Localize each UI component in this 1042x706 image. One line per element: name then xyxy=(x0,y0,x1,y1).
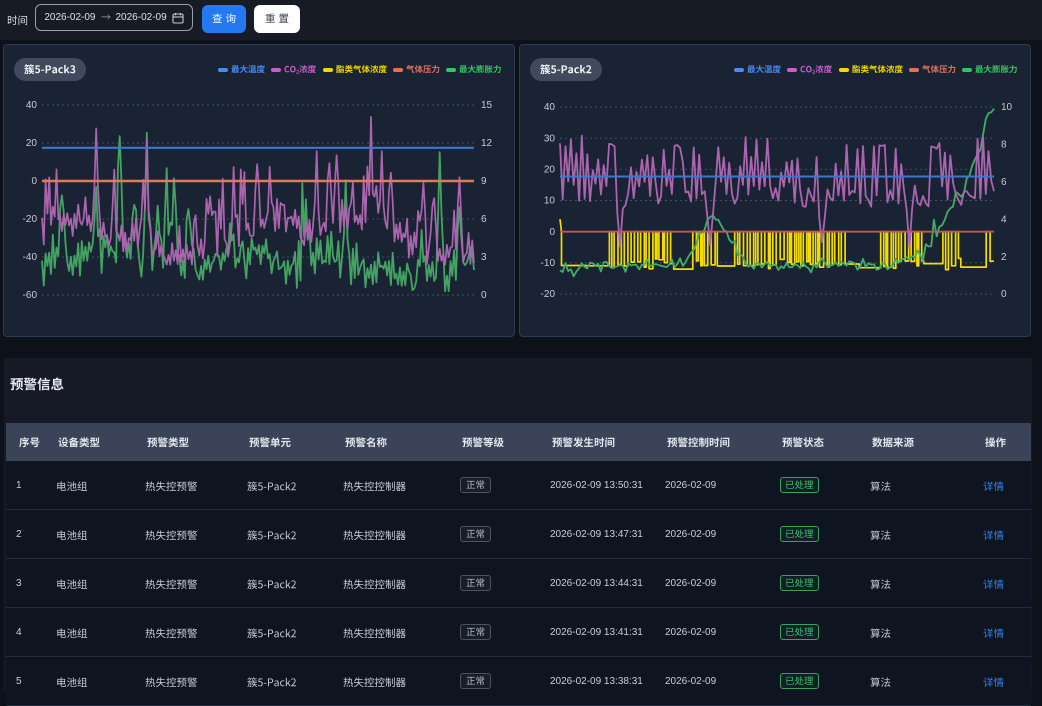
svg-text:0: 0 xyxy=(1001,289,1007,300)
svg-text:12: 12 xyxy=(481,138,493,149)
svg-text:6: 6 xyxy=(1001,177,1007,188)
svg-text:2: 2 xyxy=(1001,252,1007,263)
svg-text:0: 0 xyxy=(31,176,37,187)
svg-text:20: 20 xyxy=(26,138,38,149)
svg-text:0: 0 xyxy=(481,290,487,301)
svg-text:40: 40 xyxy=(544,102,556,113)
svg-text:6: 6 xyxy=(481,214,487,225)
svg-text:10: 10 xyxy=(544,196,556,207)
svg-text:9: 9 xyxy=(481,176,487,187)
svg-text:-20: -20 xyxy=(541,289,556,300)
svg-text:30: 30 xyxy=(544,133,556,144)
svg-text:40: 40 xyxy=(26,100,38,111)
svg-text:8: 8 xyxy=(1001,140,1007,151)
svg-text:-60: -60 xyxy=(23,290,38,301)
svg-text:3: 3 xyxy=(481,252,487,263)
svg-text:20: 20 xyxy=(544,165,556,176)
svg-text:15: 15 xyxy=(481,100,493,111)
svg-text:-40: -40 xyxy=(23,252,38,263)
svg-text:4: 4 xyxy=(1001,214,1007,225)
svg-text:-20: -20 xyxy=(23,214,38,225)
svg-text:0: 0 xyxy=(549,227,555,238)
svg-text:10: 10 xyxy=(1001,102,1013,113)
svg-text:-10: -10 xyxy=(541,258,556,269)
